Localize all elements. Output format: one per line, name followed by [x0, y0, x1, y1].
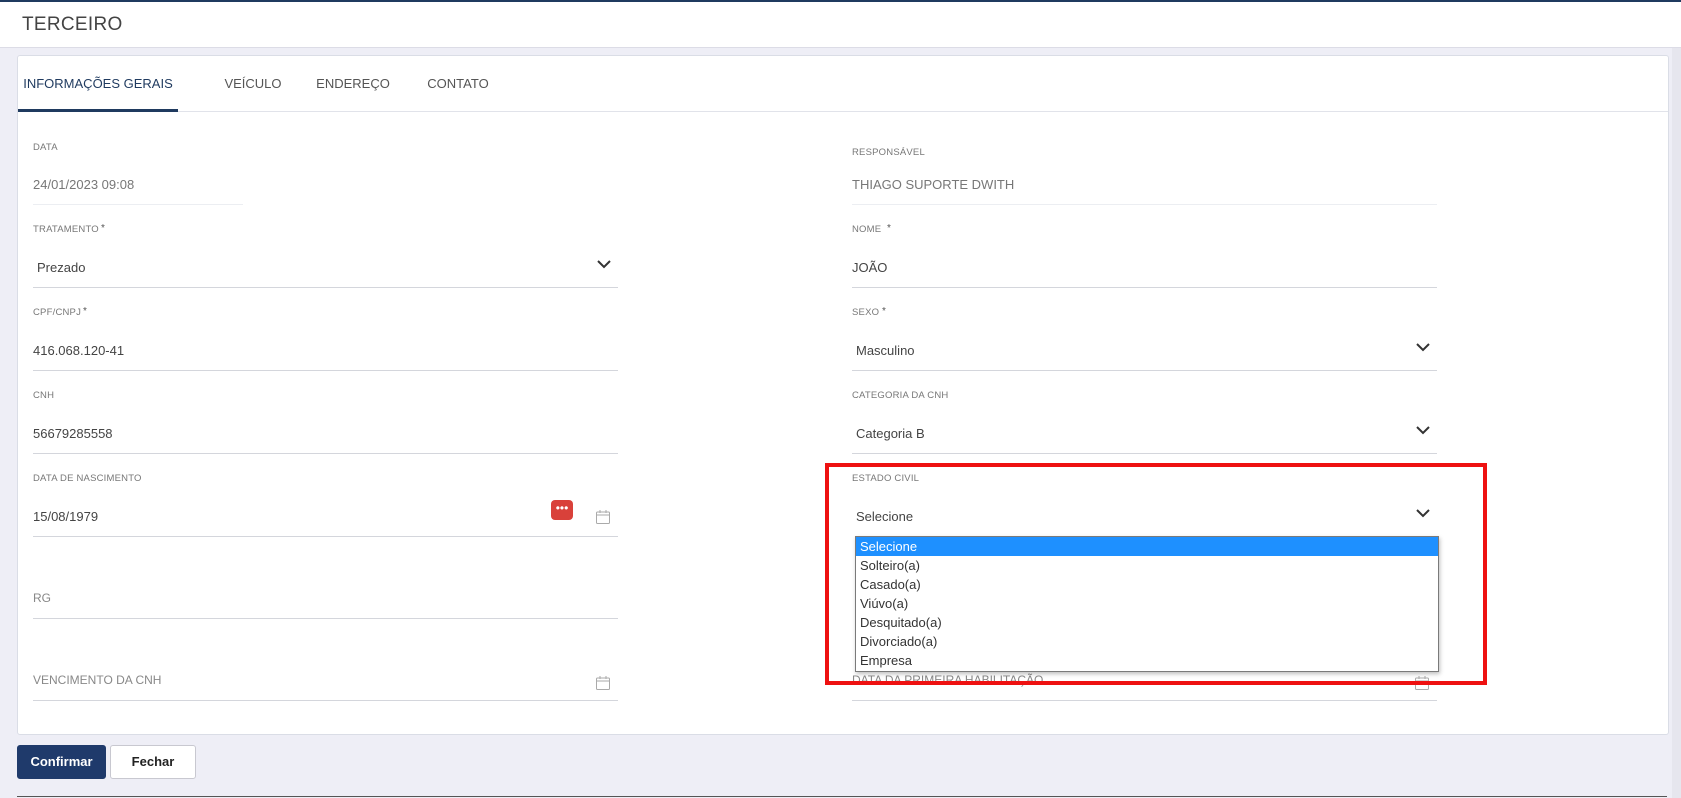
- categoria-cnh-field[interactable]: CATEGORIA DA CNH Categoria B: [852, 388, 1437, 456]
- close-button[interactable]: Fechar: [110, 745, 196, 779]
- required-marker: *: [101, 223, 105, 234]
- cpf-input[interactable]: 416.068.120-41: [33, 343, 124, 358]
- rg-underline: [33, 618, 618, 619]
- dropdown-option[interactable]: Desquitado(a): [856, 613, 1438, 632]
- tab-informacoes-gerais[interactable]: INFORMAÇÕES GERAIS: [18, 56, 178, 112]
- categoria-cnh-underline: [852, 453, 1437, 454]
- estado-civil-dropdown-list[interactable]: Selecione Solteiro(a) Casado(a) Viúvo(a)…: [855, 536, 1439, 672]
- chevron-down-icon[interactable]: [1415, 341, 1431, 353]
- sexo-field[interactable]: SEXO * Masculino: [852, 305, 1437, 373]
- data-nascimento-underline: [33, 536, 618, 537]
- vencimento-cnh-field[interactable]: VENCIMENTO DA CNH: [33, 667, 618, 703]
- required-marker: *: [83, 306, 87, 317]
- sexo-label: SEXO: [852, 307, 880, 318]
- tratamento-underline: [33, 287, 618, 288]
- responsavel-field: RESPONSÁVEL THIAGO SUPORTE DWITH: [852, 145, 1437, 206]
- chevron-down-icon[interactable]: [1415, 507, 1431, 519]
- rg-input[interactable]: RG: [33, 591, 51, 605]
- vencimento-cnh-input[interactable]: VENCIMENTO DA CNH: [33, 673, 161, 687]
- primeira-habilitacao-input[interactable]: DATA DA PRIMEIRA HABILITAÇÃO: [852, 673, 1043, 687]
- tab-bar: INFORMAÇÕES GERAIS VEÍCULO ENDEREÇO CONT…: [18, 56, 1668, 112]
- chevron-down-icon[interactable]: [596, 258, 612, 270]
- page-scrollbar[interactable]: [1672, 48, 1681, 798]
- responsavel-value: THIAGO SUPORTE DWITH: [852, 177, 1015, 192]
- dropdown-option[interactable]: Solteiro(a): [856, 556, 1438, 575]
- categoria-cnh-select-value[interactable]: Categoria B: [856, 426, 925, 441]
- tratamento-label: TRATAMENTO: [33, 224, 99, 235]
- responsavel-label: RESPONSÁVEL: [852, 147, 925, 158]
- tratamento-select-value[interactable]: Prezado: [37, 260, 85, 275]
- cnh-underline: [33, 453, 618, 454]
- tratamento-field[interactable]: TRATAMENTO * Prezado: [33, 222, 618, 290]
- dropdown-option[interactable]: Selecione: [856, 537, 1438, 556]
- calendar-icon[interactable]: [595, 675, 611, 691]
- tab-veiculo[interactable]: VEÍCULO: [208, 56, 298, 112]
- confirm-button[interactable]: Confirmar: [17, 745, 106, 779]
- primeira-habilitacao-field[interactable]: DATA DA PRIMEIRA HABILITAÇÃO: [852, 667, 1437, 703]
- vencimento-cnh-underline: [33, 700, 618, 701]
- estado-civil-label: ESTADO CIVIL: [852, 473, 920, 484]
- primeira-habilitacao-underline: [852, 700, 1437, 701]
- required-marker: *: [887, 223, 891, 234]
- responsavel-underline: [852, 204, 1437, 205]
- cnh-label: CNH: [33, 390, 55, 401]
- dropdown-option[interactable]: Viúvo(a): [856, 594, 1438, 613]
- dropdown-option[interactable]: Divorciado(a): [856, 632, 1438, 651]
- cnh-field[interactable]: CNH 56679285558: [33, 388, 618, 456]
- rg-field[interactable]: RG: [33, 585, 618, 621]
- data-nascimento-input[interactable]: 15/08/1979: [33, 509, 98, 524]
- cpf-label: CPF/CNPJ: [33, 307, 82, 318]
- nome-label: NOME: [852, 224, 882, 235]
- page-header: TERCEIRO: [0, 2, 1681, 48]
- sexo-underline: [852, 370, 1437, 371]
- cnh-input[interactable]: 56679285558: [33, 426, 113, 441]
- tab-endereco[interactable]: ENDEREÇO: [303, 56, 403, 112]
- more-options-button[interactable]: •••: [551, 500, 573, 520]
- required-marker: *: [882, 306, 886, 317]
- nome-underline: [852, 287, 1437, 288]
- bottom-divider: [17, 796, 1667, 797]
- categoria-cnh-label: CATEGORIA DA CNH: [852, 390, 949, 401]
- estado-civil-field[interactable]: ESTADO CIVIL Selecione: [852, 471, 1437, 539]
- cpf-field[interactable]: CPF/CNPJ * 416.068.120-41: [33, 305, 618, 373]
- calendar-icon[interactable]: [595, 509, 611, 525]
- dropdown-option[interactable]: Empresa: [856, 651, 1438, 670]
- chevron-down-icon[interactable]: [1415, 424, 1431, 436]
- data-label: DATA: [33, 142, 58, 153]
- nome-field[interactable]: NOME * JOÃO: [852, 222, 1437, 290]
- nome-input[interactable]: JOÃO: [852, 260, 887, 275]
- tab-contato[interactable]: CONTATO: [413, 56, 503, 112]
- estado-civil-select-value[interactable]: Selecione: [856, 509, 913, 524]
- data-value: 24/01/2023 09:08: [33, 177, 135, 192]
- data-nascimento-label: DATA DE NASCIMENTO: [33, 473, 142, 484]
- data-underline: [33, 204, 243, 205]
- data-field: DATA 24/01/2023 09:08: [33, 140, 243, 206]
- sexo-select-value[interactable]: Masculino: [856, 343, 915, 358]
- page-title: TERCEIRO: [22, 14, 123, 35]
- data-nascimento-field[interactable]: DATA DE NASCIMENTO 15/08/1979 •••: [33, 471, 618, 539]
- calendar-icon[interactable]: [1414, 675, 1430, 691]
- cpf-underline: [33, 370, 618, 371]
- dropdown-option[interactable]: Casado(a): [856, 575, 1438, 594]
